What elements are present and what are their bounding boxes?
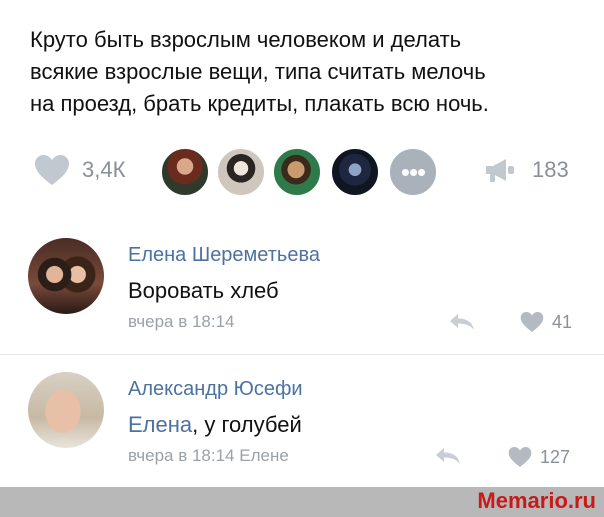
post-stats: 3,4К ••• 183 xyxy=(0,140,604,200)
liker-avatar[interactable] xyxy=(160,147,210,197)
avatar[interactable] xyxy=(28,372,104,448)
post-text-line: всякие взрослые вещи, типа считать мелоч… xyxy=(30,59,486,84)
comment-author[interactable]: Александр Юсефи xyxy=(128,378,303,401)
watermark: Memario.ru xyxy=(477,488,596,513)
divider xyxy=(0,354,604,355)
comment-timestamp: вчера в 18:14 Елене xyxy=(128,446,289,465)
watermark-bar: Memario.ru xyxy=(0,487,604,517)
comment-author[interactable]: Елена Шереметьева xyxy=(128,244,320,267)
post-text-line: Круто быть взрослым человеком и делать xyxy=(30,27,462,52)
liker-avatar[interactable] xyxy=(272,147,322,197)
comment-likes-count[interactable]: 41 xyxy=(552,312,572,333)
comment-timestamp: вчера в 18:14 xyxy=(128,312,235,331)
avatar[interactable] xyxy=(28,238,104,314)
post-text-line: на проезд, брать кредиты, плакать всю но… xyxy=(30,91,489,116)
heart-icon[interactable] xyxy=(34,154,70,186)
mention-link[interactable]: Елена xyxy=(128,412,192,437)
megaphone-icon[interactable] xyxy=(484,156,516,184)
comment-likes-count[interactable]: 127 xyxy=(540,447,570,468)
heart-icon[interactable] xyxy=(508,446,532,468)
comment-text-rest: , у голубей xyxy=(192,412,302,437)
shares-count[interactable]: 183 xyxy=(532,157,569,183)
post-text: Круто быть взрослым человеком и делать в… xyxy=(30,24,590,120)
more-likers-button[interactable]: ••• xyxy=(388,147,438,197)
likes-count[interactable]: 3,4К xyxy=(82,157,125,183)
reply-icon[interactable] xyxy=(448,312,476,332)
heart-icon[interactable] xyxy=(520,311,544,333)
liker-avatar[interactable] xyxy=(216,147,266,197)
reply-icon[interactable] xyxy=(434,446,462,466)
comment-text: Воровать хлеб xyxy=(128,278,279,303)
liker-avatar[interactable] xyxy=(330,147,380,197)
comment-text: Елена, у голубей xyxy=(128,412,302,438)
